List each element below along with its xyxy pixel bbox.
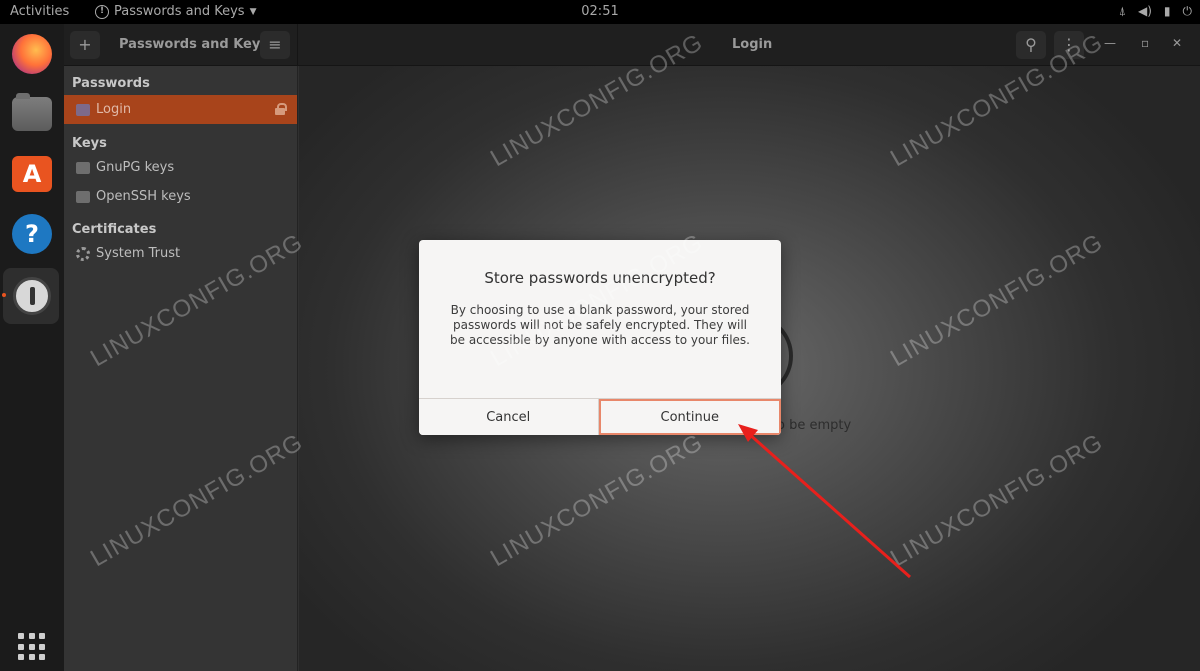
close-button[interactable]: ✕ bbox=[1172, 36, 1182, 50]
files-icon bbox=[12, 93, 52, 131]
network-icon: ⍋ bbox=[1118, 4, 1126, 18]
volume-icon: ◀) bbox=[1137, 4, 1152, 18]
minimize-button[interactable]: — bbox=[1104, 36, 1116, 50]
dock-help[interactable]: ? bbox=[8, 210, 56, 258]
cancel-button[interactable]: Cancel bbox=[419, 399, 599, 435]
dock-passwords-keys-icon-wrap[interactable] bbox=[8, 272, 56, 320]
system-tray[interactable]: ⍋ ◀) ▮ ⏻ bbox=[1119, 4, 1192, 19]
view-title: Login bbox=[732, 37, 773, 52]
software-icon: A bbox=[12, 156, 52, 192]
section-passwords: Passwords bbox=[72, 76, 150, 91]
app-menu-icon: ! bbox=[95, 4, 109, 19]
dock-firefox[interactable] bbox=[8, 30, 56, 78]
continue-button[interactable]: Continue bbox=[598, 399, 781, 435]
app-menu[interactable]: ! Passwords and Keys ▼ bbox=[95, 4, 256, 19]
lock-icon[interactable] bbox=[275, 103, 287, 115]
sidebar-item-gnupg[interactable]: GnuPG keys bbox=[64, 153, 297, 182]
clock[interactable]: 02:51 bbox=[581, 4, 618, 19]
power-icon: ⏻ bbox=[1182, 4, 1193, 18]
dock-files[interactable] bbox=[8, 90, 56, 138]
header-bar: + Passwords and Keys ≡ Login ⚲ ⋮ — ▫ ✕ bbox=[64, 24, 1200, 66]
dialog-message: By choosing to use a blank password, you… bbox=[450, 303, 750, 347]
sidebar-item-openssh[interactable]: OpenSSH keys bbox=[64, 182, 297, 211]
battery-icon: ▮ bbox=[1163, 4, 1171, 18]
key-folder-icon bbox=[76, 161, 90, 174]
passwords-keys-icon bbox=[13, 277, 51, 315]
sidebar-item-label: Login bbox=[96, 102, 132, 117]
sidebar: Passwords Login Keys GnuPG keys OpenSSH … bbox=[64, 66, 298, 671]
app-menu-label: Passwords and Keys bbox=[114, 4, 245, 19]
sidebar-item-label: System Trust bbox=[96, 246, 181, 261]
add-button[interactable]: + bbox=[70, 31, 100, 59]
running-indicator bbox=[2, 293, 6, 297]
activities-button[interactable]: Activities bbox=[10, 4, 69, 19]
dock-software[interactable]: A bbox=[8, 150, 56, 198]
maximize-button[interactable]: ▫ bbox=[1141, 36, 1149, 50]
empty-state-text: o be empty bbox=[777, 418, 852, 433]
sidebar-item-label: GnuPG keys bbox=[96, 160, 175, 175]
sidebar-item-login[interactable]: Login bbox=[64, 95, 297, 124]
top-bar: Activities ! Passwords and Keys ▼ 02:51 … bbox=[0, 0, 1200, 24]
dialog-title: Store passwords unencrypted? bbox=[484, 269, 716, 287]
dialog-actions: Cancel Continue bbox=[419, 398, 781, 435]
sidebar-item-label: OpenSSH keys bbox=[96, 189, 191, 204]
section-certificates: Certificates bbox=[72, 222, 157, 237]
header-divider bbox=[297, 24, 298, 66]
gear-icon bbox=[76, 246, 90, 261]
help-icon: ? bbox=[12, 214, 52, 254]
dock: A ? bbox=[0, 24, 64, 671]
section-keys: Keys bbox=[72, 136, 107, 151]
key-folder-icon bbox=[76, 190, 90, 203]
search-button[interactable]: ⚲ bbox=[1016, 31, 1046, 59]
show-apps-icon[interactable] bbox=[18, 633, 46, 661]
app-title: Passwords and Keys bbox=[119, 37, 269, 52]
sidebar-item-system-trust[interactable]: System Trust bbox=[64, 239, 297, 268]
more-button[interactable]: ⋮ bbox=[1054, 31, 1084, 59]
keyring-icon bbox=[76, 103, 90, 116]
menu-button[interactable]: ≡ bbox=[260, 31, 290, 59]
store-unencrypted-dialog: Store passwords unencrypted? By choosing… bbox=[419, 240, 781, 435]
firefox-icon bbox=[12, 34, 52, 74]
chevron-down-icon: ▼ bbox=[249, 6, 257, 17]
